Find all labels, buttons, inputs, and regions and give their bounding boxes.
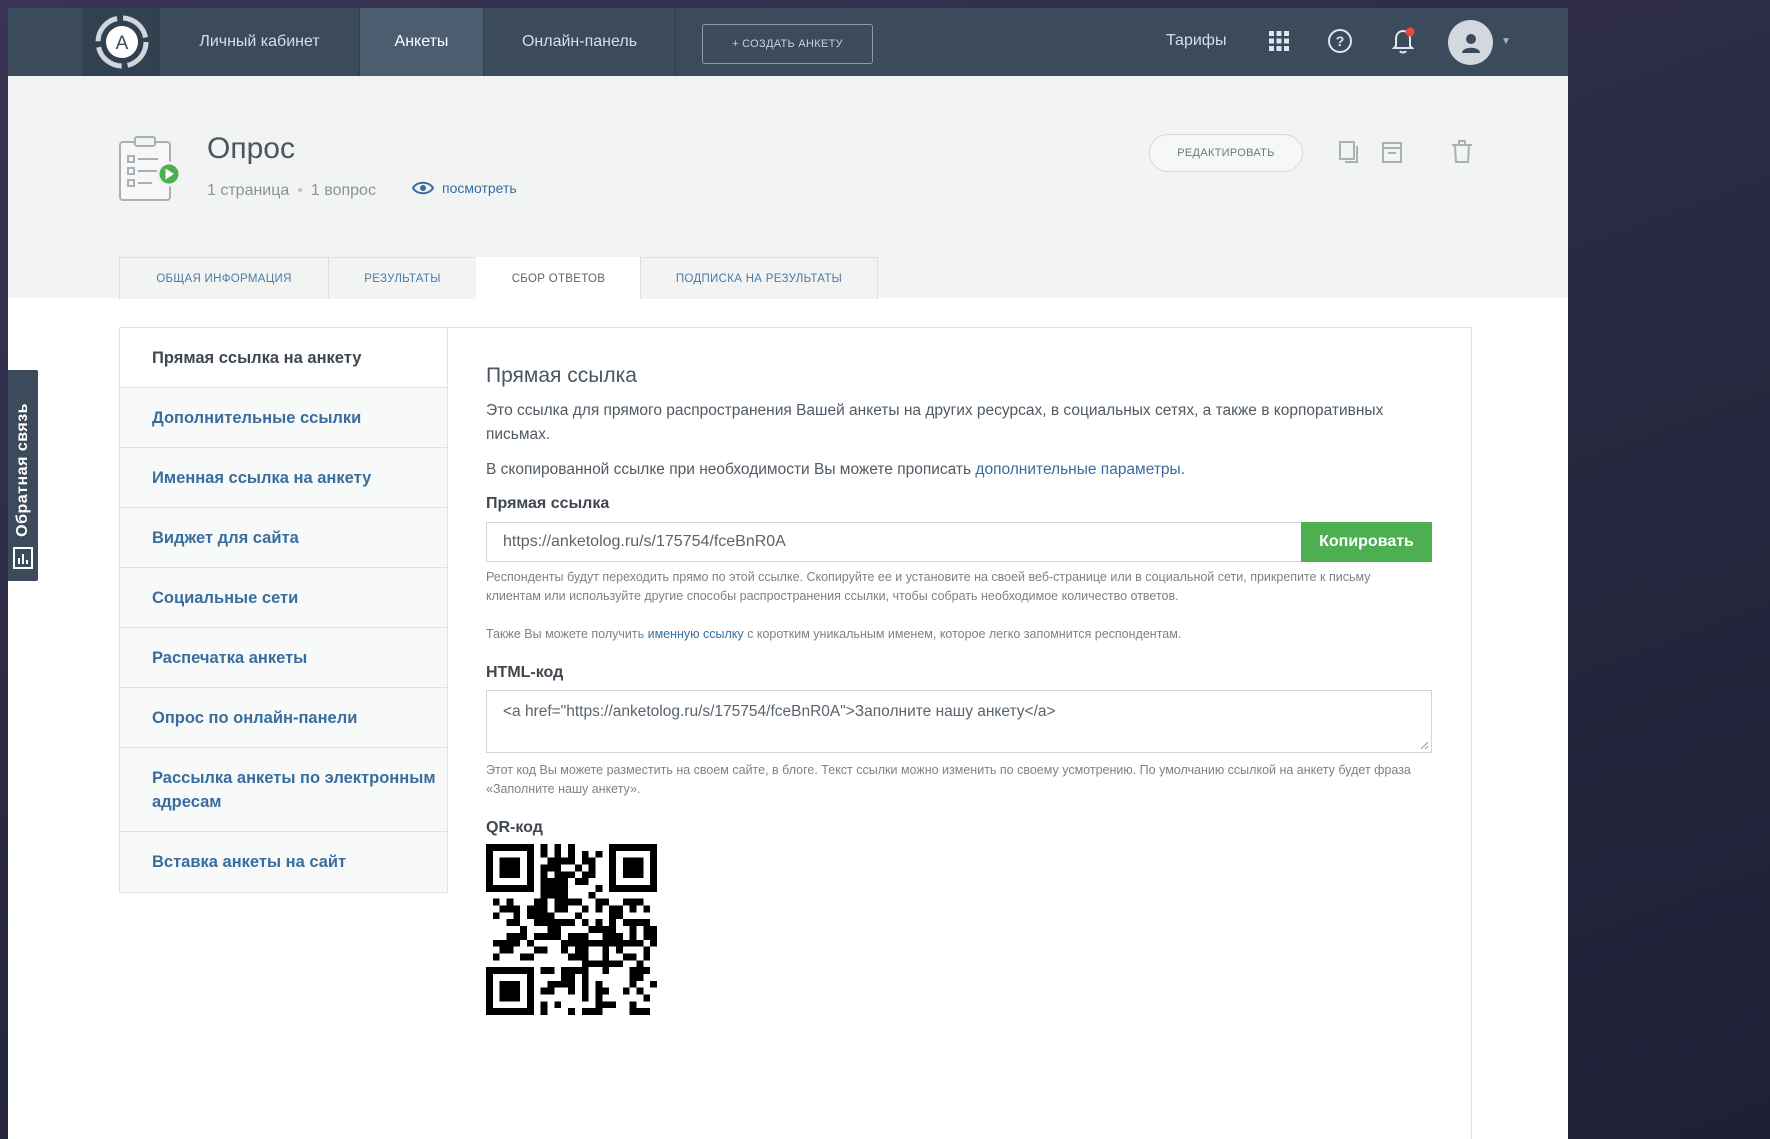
- user-avatar[interactable]: [1448, 20, 1493, 65]
- delete-trash-icon[interactable]: [1449, 138, 1475, 166]
- side-item-direct-link[interactable]: Прямая ссылка на анкету: [120, 328, 447, 388]
- named-link[interactable]: именную ссылку: [648, 627, 744, 641]
- eye-icon: [412, 181, 434, 195]
- view-label: посмотреть: [442, 180, 517, 196]
- svg-text:A: A: [115, 33, 128, 54]
- tab-results-subscription[interactable]: ПОДПИСКА НА РЕЗУЛЬТАТЫ: [640, 257, 878, 299]
- survey-title: Опрос: [207, 132, 295, 165]
- params-note: В скопированной ссылке при необходимости…: [486, 458, 1416, 482]
- feedback-tab[interactable]: Обратная связь: [8, 368, 40, 583]
- copy-button[interactable]: Копировать: [1301, 522, 1432, 562]
- html-code-label: HTML-код: [486, 664, 564, 681]
- direct-link-panel: Прямая ссылка Это ссылка для прямого рас…: [448, 327, 1472, 1139]
- hint2-suffix: с коротким уникальным именем, которое ле…: [743, 627, 1182, 641]
- side-item-email-distribution[interactable]: Рассылка анкеты по электронным адресам: [120, 748, 447, 832]
- logo-icon: A: [95, 15, 148, 69]
- survey-meta: 1 страница • 1 вопрос: [207, 182, 376, 200]
- nav-item-cabinet[interactable]: Личный кабинет: [160, 8, 360, 76]
- html-code-value: <a href="https://anketolog.ru/s/175754/f…: [503, 703, 1056, 720]
- user-icon: [1461, 33, 1480, 53]
- logo[interactable]: A: [83, 8, 160, 76]
- meta-separator: •: [297, 182, 303, 199]
- survey-header: Опрос 1 страница • 1 вопрос посмотреть РЕД…: [8, 76, 1568, 299]
- direct-link-field[interactable]: https://anketolog.ru/s/175754/fceBnR0A: [486, 522, 1301, 562]
- archive-icon[interactable]: [1379, 138, 1405, 166]
- named-link-hint: Также Вы можете получить именную ссылку …: [486, 625, 1436, 644]
- notifications-bell-icon[interactable]: [1388, 26, 1418, 56]
- tab-collect-responses[interactable]: СБОР ОТВЕТОВ: [476, 257, 640, 299]
- side-item-embed-survey[interactable]: Вставка анкеты на сайт: [120, 832, 447, 892]
- direct-link-label: Прямая ссылка: [486, 495, 610, 512]
- apps-grid-icon[interactable]: [1264, 26, 1294, 56]
- view-survey-link[interactable]: посмотреть: [412, 180, 517, 196]
- copy-survey-icon[interactable]: [1336, 138, 1362, 166]
- link-hint: Респонденты будут переходить прямо по эт…: [486, 570, 1371, 603]
- html-code-textarea[interactable]: <a href="https://anketolog.ru/s/175754/f…: [486, 690, 1432, 753]
- nav-item-surveys[interactable]: Анкеты: [360, 8, 484, 76]
- panel-intro: Это ссылка для прямого распространения В…: [486, 402, 1384, 443]
- tariffs-link[interactable]: Тарифы: [1166, 32, 1226, 50]
- page-count: 1 страница: [207, 182, 290, 199]
- side-item-named-link[interactable]: Именная ссылка на анкету: [120, 448, 447, 508]
- side-item-social-networks[interactable]: Социальные сети: [120, 568, 447, 628]
- params-prefix: В скопированной ссылке при необходимости…: [486, 461, 976, 478]
- side-item-additional-links[interactable]: Дополнительные ссылки: [120, 388, 447, 448]
- feedback-label: Обратная связь: [14, 403, 31, 537]
- nav-item-online-panel[interactable]: Онлайн-панель: [484, 8, 676, 76]
- create-survey-button[interactable]: + СОЗДАТЬ АНКЕТУ: [702, 24, 873, 64]
- edit-button[interactable]: РЕДАКТИРОВАТЬ: [1149, 134, 1303, 172]
- params-suffix: .: [1180, 461, 1185, 478]
- collect-side-menu: Прямая ссылка на анкету Дополнительные с…: [119, 327, 448, 893]
- side-item-online-panel[interactable]: Опрос по онлайн-панели: [120, 688, 447, 748]
- question-count: 1 вопрос: [310, 182, 376, 199]
- side-item-site-widget[interactable]: Виджет для сайта: [120, 508, 447, 568]
- qr-code-label: QR-код: [486, 819, 543, 836]
- hint2-prefix: Также Вы можете получить: [486, 627, 648, 641]
- top-navigation: A Личный кабинет Анкеты Онлайн-панель + …: [8, 8, 1568, 76]
- avatar-caret-icon[interactable]: ▼: [1501, 36, 1511, 47]
- survey-clipboard-icon: [119, 136, 182, 201]
- additional-params-link[interactable]: дополнительные параметры: [975, 461, 1180, 478]
- feedback-chart-icon: [13, 547, 33, 569]
- qr-code-image: [486, 844, 657, 1015]
- app-window: A Личный кабинет Анкеты Онлайн-панель + …: [8, 8, 1568, 1139]
- html-code-hint: Этот код Вы можете разместить на своем с…: [486, 763, 1411, 796]
- survey-tabs: ОБЩАЯ ИНФОРМАЦИЯ РЕЗУЛЬТАТЫ СБОР ОТВЕТОВ…: [119, 257, 878, 299]
- tab-general-info[interactable]: ОБЩАЯ ИНФОРМАЦИЯ: [119, 257, 328, 299]
- tab-results[interactable]: РЕЗУЛЬТАТЫ: [328, 257, 476, 299]
- help-icon[interactable]: ?: [1325, 26, 1355, 56]
- panel-title: Прямая ссылка: [486, 364, 637, 387]
- side-item-print[interactable]: Распечатка анкеты: [120, 628, 447, 688]
- svg-text:?: ?: [1336, 33, 1345, 49]
- resize-grip-icon[interactable]: [1419, 740, 1429, 750]
